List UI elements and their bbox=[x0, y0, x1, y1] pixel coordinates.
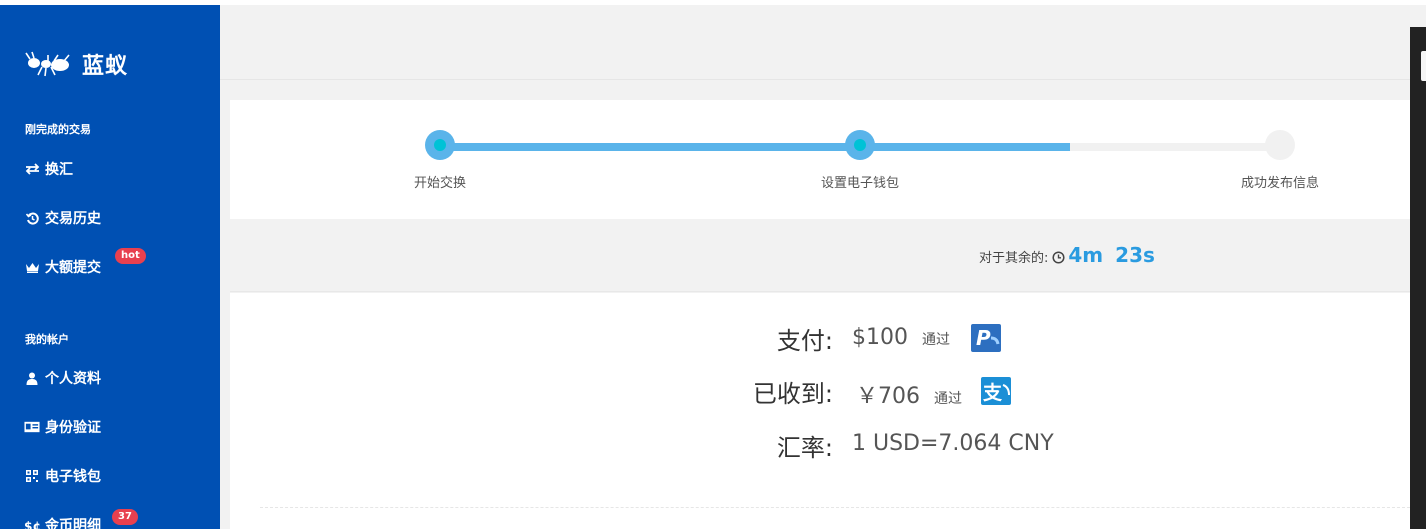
main-header bbox=[220, 5, 1410, 80]
ant-logo-icon bbox=[25, 51, 70, 77]
sidebar-item-label: 个人资料 bbox=[45, 371, 101, 387]
step-label-wallet: 设置电子钱包 bbox=[820, 176, 900, 191]
svg-text:P: P bbox=[976, 326, 991, 350]
clock-icon bbox=[1052, 249, 1065, 268]
step-label-published: 成功发布信息 bbox=[1240, 176, 1320, 191]
receive-via: 通过 bbox=[934, 391, 962, 407]
receive-label: 已收到: bbox=[752, 380, 833, 408]
sidebar: 蓝蚁 刚完成的交易 换汇 交易历史 大额提交 hot 我的帐户 个人资料 身份验… bbox=[0, 5, 220, 529]
step-label-start: 开始交换 bbox=[413, 176, 467, 191]
pay-label: 支付: bbox=[776, 327, 833, 355]
sidebar-item-exchange[interactable]: 换汇 bbox=[24, 158, 73, 180]
qrcode-icon bbox=[24, 469, 40, 483]
step-dot-3 bbox=[1265, 130, 1295, 160]
section-label-recent: 刚完成的交易 bbox=[25, 123, 91, 136]
coins-icon: $¢ bbox=[24, 518, 40, 529]
receive-row: 已收到: ￥706 通过 支 bbox=[230, 374, 1410, 414]
countdown-seconds: 23s bbox=[1115, 243, 1155, 267]
id-card-icon bbox=[24, 420, 40, 434]
sidebar-item-label: 交易历史 bbox=[45, 211, 101, 227]
svg-text:$¢: $¢ bbox=[24, 519, 40, 529]
receive-value: ￥706 bbox=[856, 384, 920, 409]
step-dot-1 bbox=[425, 130, 455, 160]
sidebar-item-label: 换汇 bbox=[45, 162, 73, 178]
brand-name: 蓝蚁 bbox=[82, 54, 129, 79]
receive-value-wrap: ￥706 通过 bbox=[856, 378, 962, 410]
sidebar-item-label: 身份验证 bbox=[45, 420, 101, 436]
user-icon bbox=[24, 371, 40, 385]
sidebar-item-label: 大额提交 bbox=[45, 260, 101, 276]
hot-badge: hot bbox=[115, 248, 146, 264]
step-track-fill bbox=[440, 143, 1070, 151]
pay-row: 支付: $100 通过 P bbox=[230, 321, 1410, 361]
section-label-account: 我的帐户 bbox=[25, 333, 69, 346]
divider bbox=[260, 507, 1410, 508]
right-edge-panel bbox=[1410, 27, 1426, 529]
sidebar-item-label: 金币明细 bbox=[45, 518, 101, 529]
crown-icon bbox=[24, 260, 40, 274]
svg-text:支: 支 bbox=[982, 382, 1003, 404]
sidebar-item-large-submit[interactable]: 大额提交 bbox=[24, 256, 101, 278]
rate-label: 汇率: bbox=[776, 434, 833, 462]
sidebar-item-history[interactable]: 交易历史 bbox=[24, 207, 101, 229]
countdown-minutes: 4m bbox=[1068, 243, 1104, 267]
sidebar-item-identity[interactable]: 身份验证 bbox=[24, 416, 101, 438]
exchange-arrows-icon bbox=[24, 162, 40, 176]
rate-value: 1 USD=7.064 CNY bbox=[852, 431, 1054, 456]
sidebar-item-profile[interactable]: 个人资料 bbox=[24, 367, 101, 389]
pay-value-wrap: $100 通过 bbox=[852, 325, 950, 350]
paypal-icon: P bbox=[971, 324, 1001, 352]
pay-via: 通过 bbox=[922, 332, 950, 348]
pay-value: $100 bbox=[852, 325, 908, 350]
edge-scroll-tab[interactable] bbox=[1421, 51, 1426, 81]
brand-logo[interactable]: 蓝蚁 bbox=[24, 47, 128, 81]
alipay-icon: 支 bbox=[981, 377, 1011, 405]
coins-count-badge: 37 bbox=[112, 509, 138, 525]
rate-row: 汇率: 1 USD=7.064 CNY bbox=[230, 428, 1410, 468]
transaction-details: 支付: $100 通过 P 已收到: ￥706 通过 支 汇率: 1 USD=7.0… bbox=[230, 293, 1410, 529]
countdown-label: 对于其余的: bbox=[979, 251, 1049, 266]
sidebar-item-coins[interactable]: $¢ 金币明细 bbox=[24, 514, 101, 529]
countdown-band: 对于其余的: 4m 23s bbox=[230, 219, 1410, 292]
sidebar-item-wallet[interactable]: 电子钱包 bbox=[24, 465, 101, 487]
sidebar-item-label: 电子钱包 bbox=[45, 469, 101, 485]
progress-steps: 开始交换 设置电子钱包 成功发布信息 bbox=[230, 100, 1410, 219]
step-dot-2 bbox=[845, 130, 875, 160]
countdown-timer: 对于其余的: 4m 23s bbox=[979, 243, 1155, 267]
history-icon bbox=[24, 211, 40, 225]
